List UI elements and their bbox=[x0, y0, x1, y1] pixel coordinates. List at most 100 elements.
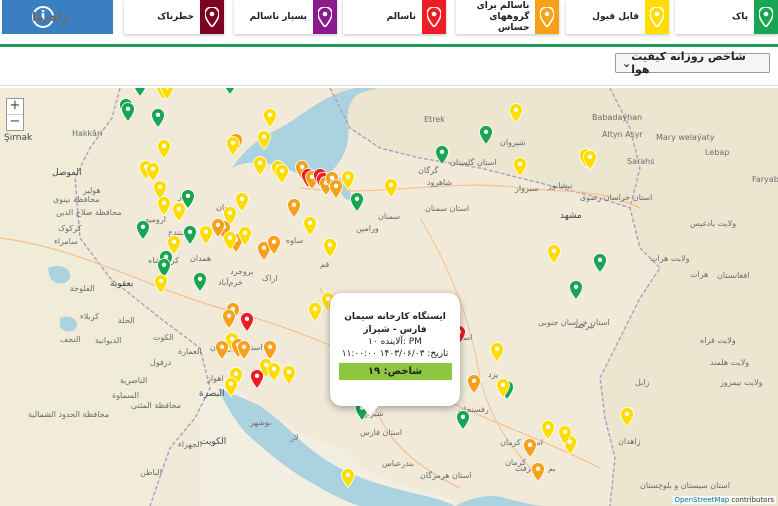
station-marker-icon[interactable] bbox=[154, 274, 168, 295]
legend-item[interactable]: بسیار ناسالم bbox=[234, 0, 337, 34]
station-marker-icon[interactable] bbox=[547, 244, 561, 265]
station-marker-icon[interactable] bbox=[490, 342, 504, 363]
legend-label: پاک bbox=[732, 11, 748, 22]
station-marker-icon[interactable] bbox=[133, 88, 147, 98]
map-place-label: السماوة bbox=[112, 391, 139, 400]
station-marker-icon[interactable] bbox=[287, 198, 301, 219]
station-marker-icon[interactable] bbox=[151, 108, 165, 129]
station-marker-icon[interactable] bbox=[275, 164, 289, 185]
station-marker-icon[interactable] bbox=[620, 407, 634, 428]
zoom-control: + − bbox=[6, 98, 24, 131]
legend-item[interactable]: پاک bbox=[675, 0, 778, 34]
zoom-out-button[interactable]: − bbox=[7, 115, 23, 130]
map-place-label: استان هرمزگان bbox=[420, 471, 472, 480]
map-place-label: زابل bbox=[635, 378, 650, 387]
station-marker-icon[interactable] bbox=[235, 192, 249, 213]
map-place-label: الکویت bbox=[200, 437, 227, 447]
station-marker-icon[interactable] bbox=[240, 312, 254, 333]
station-marker-icon[interactable] bbox=[267, 362, 281, 383]
index-type-select[interactable]: ⌄ شاخص روزانه کیفیت هوا bbox=[615, 50, 770, 76]
station-marker-icon[interactable] bbox=[267, 235, 281, 256]
map-place-label: Mary welaýaty bbox=[656, 133, 715, 142]
map-place-label: خرم‌آباد bbox=[218, 278, 243, 287]
legend-label: خطرناک bbox=[157, 11, 194, 22]
station-marker-icon[interactable] bbox=[263, 340, 277, 361]
station-marker-icon[interactable] bbox=[257, 130, 271, 151]
popup-city: فارس - شیراز bbox=[363, 325, 427, 335]
station-marker-icon[interactable] bbox=[350, 192, 364, 213]
station-marker-icon[interactable] bbox=[226, 136, 240, 157]
station-marker-icon[interactable] bbox=[479, 125, 493, 146]
map-place-label: افغانستان bbox=[717, 271, 750, 280]
station-marker-icon[interactable] bbox=[157, 196, 171, 217]
station-marker-icon[interactable] bbox=[513, 157, 527, 178]
station-marker-icon[interactable] bbox=[199, 225, 213, 246]
station-marker-icon[interactable] bbox=[583, 150, 597, 171]
station-marker-icon[interactable] bbox=[253, 156, 267, 177]
station-marker-icon[interactable] bbox=[238, 226, 252, 247]
station-marker-icon[interactable] bbox=[456, 410, 470, 431]
legend-item[interactable]: ناسالم برای گروههای حساس bbox=[456, 0, 559, 34]
station-marker-icon[interactable] bbox=[323, 238, 337, 259]
station-marker-icon[interactable] bbox=[467, 374, 481, 395]
station-marker-icon[interactable] bbox=[237, 340, 251, 361]
top-bar: راهنما i پاک قابل قبول ناسالم برای گروههای … bbox=[0, 0, 778, 38]
map-place-label: ورامین bbox=[356, 224, 379, 233]
station-marker-icon[interactable] bbox=[435, 145, 449, 166]
map-place-label: ولایت هلمند bbox=[710, 358, 750, 367]
map-place-label: شاهرود bbox=[427, 178, 453, 187]
station-marker-icon[interactable] bbox=[224, 377, 238, 398]
station-marker-icon[interactable] bbox=[263, 108, 277, 129]
map-place-label: بیرجند bbox=[574, 321, 595, 330]
map-place-label: استان سیستان و بلوچستان bbox=[640, 481, 730, 490]
station-marker-icon[interactable] bbox=[541, 420, 555, 441]
legend-item[interactable]: خطرناک bbox=[124, 0, 224, 34]
station-marker-icon[interactable] bbox=[172, 202, 186, 223]
map-place-label: هولیر bbox=[83, 186, 101, 195]
station-marker-icon[interactable] bbox=[282, 365, 296, 386]
station-marker-icon[interactable] bbox=[593, 253, 607, 274]
station-marker-icon[interactable] bbox=[146, 162, 160, 183]
station-marker-icon[interactable] bbox=[223, 88, 237, 96]
station-marker-icon[interactable] bbox=[157, 139, 171, 160]
station-marker-icon[interactable] bbox=[121, 102, 135, 123]
map-place-label: محافظة المثنی bbox=[131, 401, 181, 410]
map-place-label: بوشهر bbox=[250, 418, 272, 427]
station-marker-icon[interactable] bbox=[303, 216, 317, 237]
map-place-label: نیشابور bbox=[548, 181, 573, 190]
station-marker-icon[interactable] bbox=[509, 103, 523, 124]
station-marker-icon[interactable] bbox=[160, 88, 174, 101]
station-marker-icon[interactable] bbox=[384, 178, 398, 199]
station-marker-icon[interactable] bbox=[136, 220, 150, 241]
map-place-label: محافظة الحدود الشمالية bbox=[28, 410, 110, 419]
station-marker-icon[interactable] bbox=[193, 272, 207, 293]
legend-item[interactable]: ناسالم bbox=[343, 0, 446, 34]
map-place-label: ولایت فراه bbox=[700, 336, 736, 345]
map-marker-icon bbox=[645, 0, 669, 34]
map-place-label: النجف bbox=[60, 335, 81, 344]
map-place-label: قم bbox=[320, 260, 330, 269]
map-place-label: الفلوجة bbox=[70, 284, 95, 293]
station-marker-icon[interactable] bbox=[215, 340, 229, 361]
map-place-label: ولایت بادغیس bbox=[690, 219, 737, 228]
map-place-label: اراک bbox=[262, 274, 278, 283]
osm-link[interactable]: OpenStreetMap bbox=[674, 496, 729, 504]
station-marker-icon[interactable] bbox=[341, 468, 355, 489]
station-marker-icon[interactable] bbox=[341, 170, 355, 191]
station-marker-icon[interactable] bbox=[496, 378, 510, 399]
station-marker-icon[interactable] bbox=[183, 225, 197, 246]
popup-date: تاریخ: ۱۴۰۳/۰۶/۰۳ ۱۱:۰۰:۰۰ bbox=[341, 349, 449, 359]
map-place-label: ولایت هرات bbox=[650, 254, 690, 263]
station-marker-icon[interactable] bbox=[308, 302, 322, 323]
help-button[interactable]: راهنما i bbox=[2, 0, 113, 34]
map-place-label: هرات bbox=[690, 270, 709, 279]
station-marker-icon[interactable] bbox=[569, 280, 583, 301]
station-marker-icon[interactable] bbox=[523, 438, 537, 459]
legend-item[interactable]: قابل قبول bbox=[566, 0, 669, 34]
zoom-in-button[interactable]: + bbox=[7, 99, 23, 115]
station-marker-icon[interactable] bbox=[558, 425, 572, 446]
map-place-label: محافظة نینوی bbox=[53, 195, 100, 204]
station-marker-icon[interactable] bbox=[531, 462, 545, 483]
station-marker-icon[interactable] bbox=[222, 309, 236, 330]
station-marker-icon[interactable] bbox=[223, 231, 237, 252]
